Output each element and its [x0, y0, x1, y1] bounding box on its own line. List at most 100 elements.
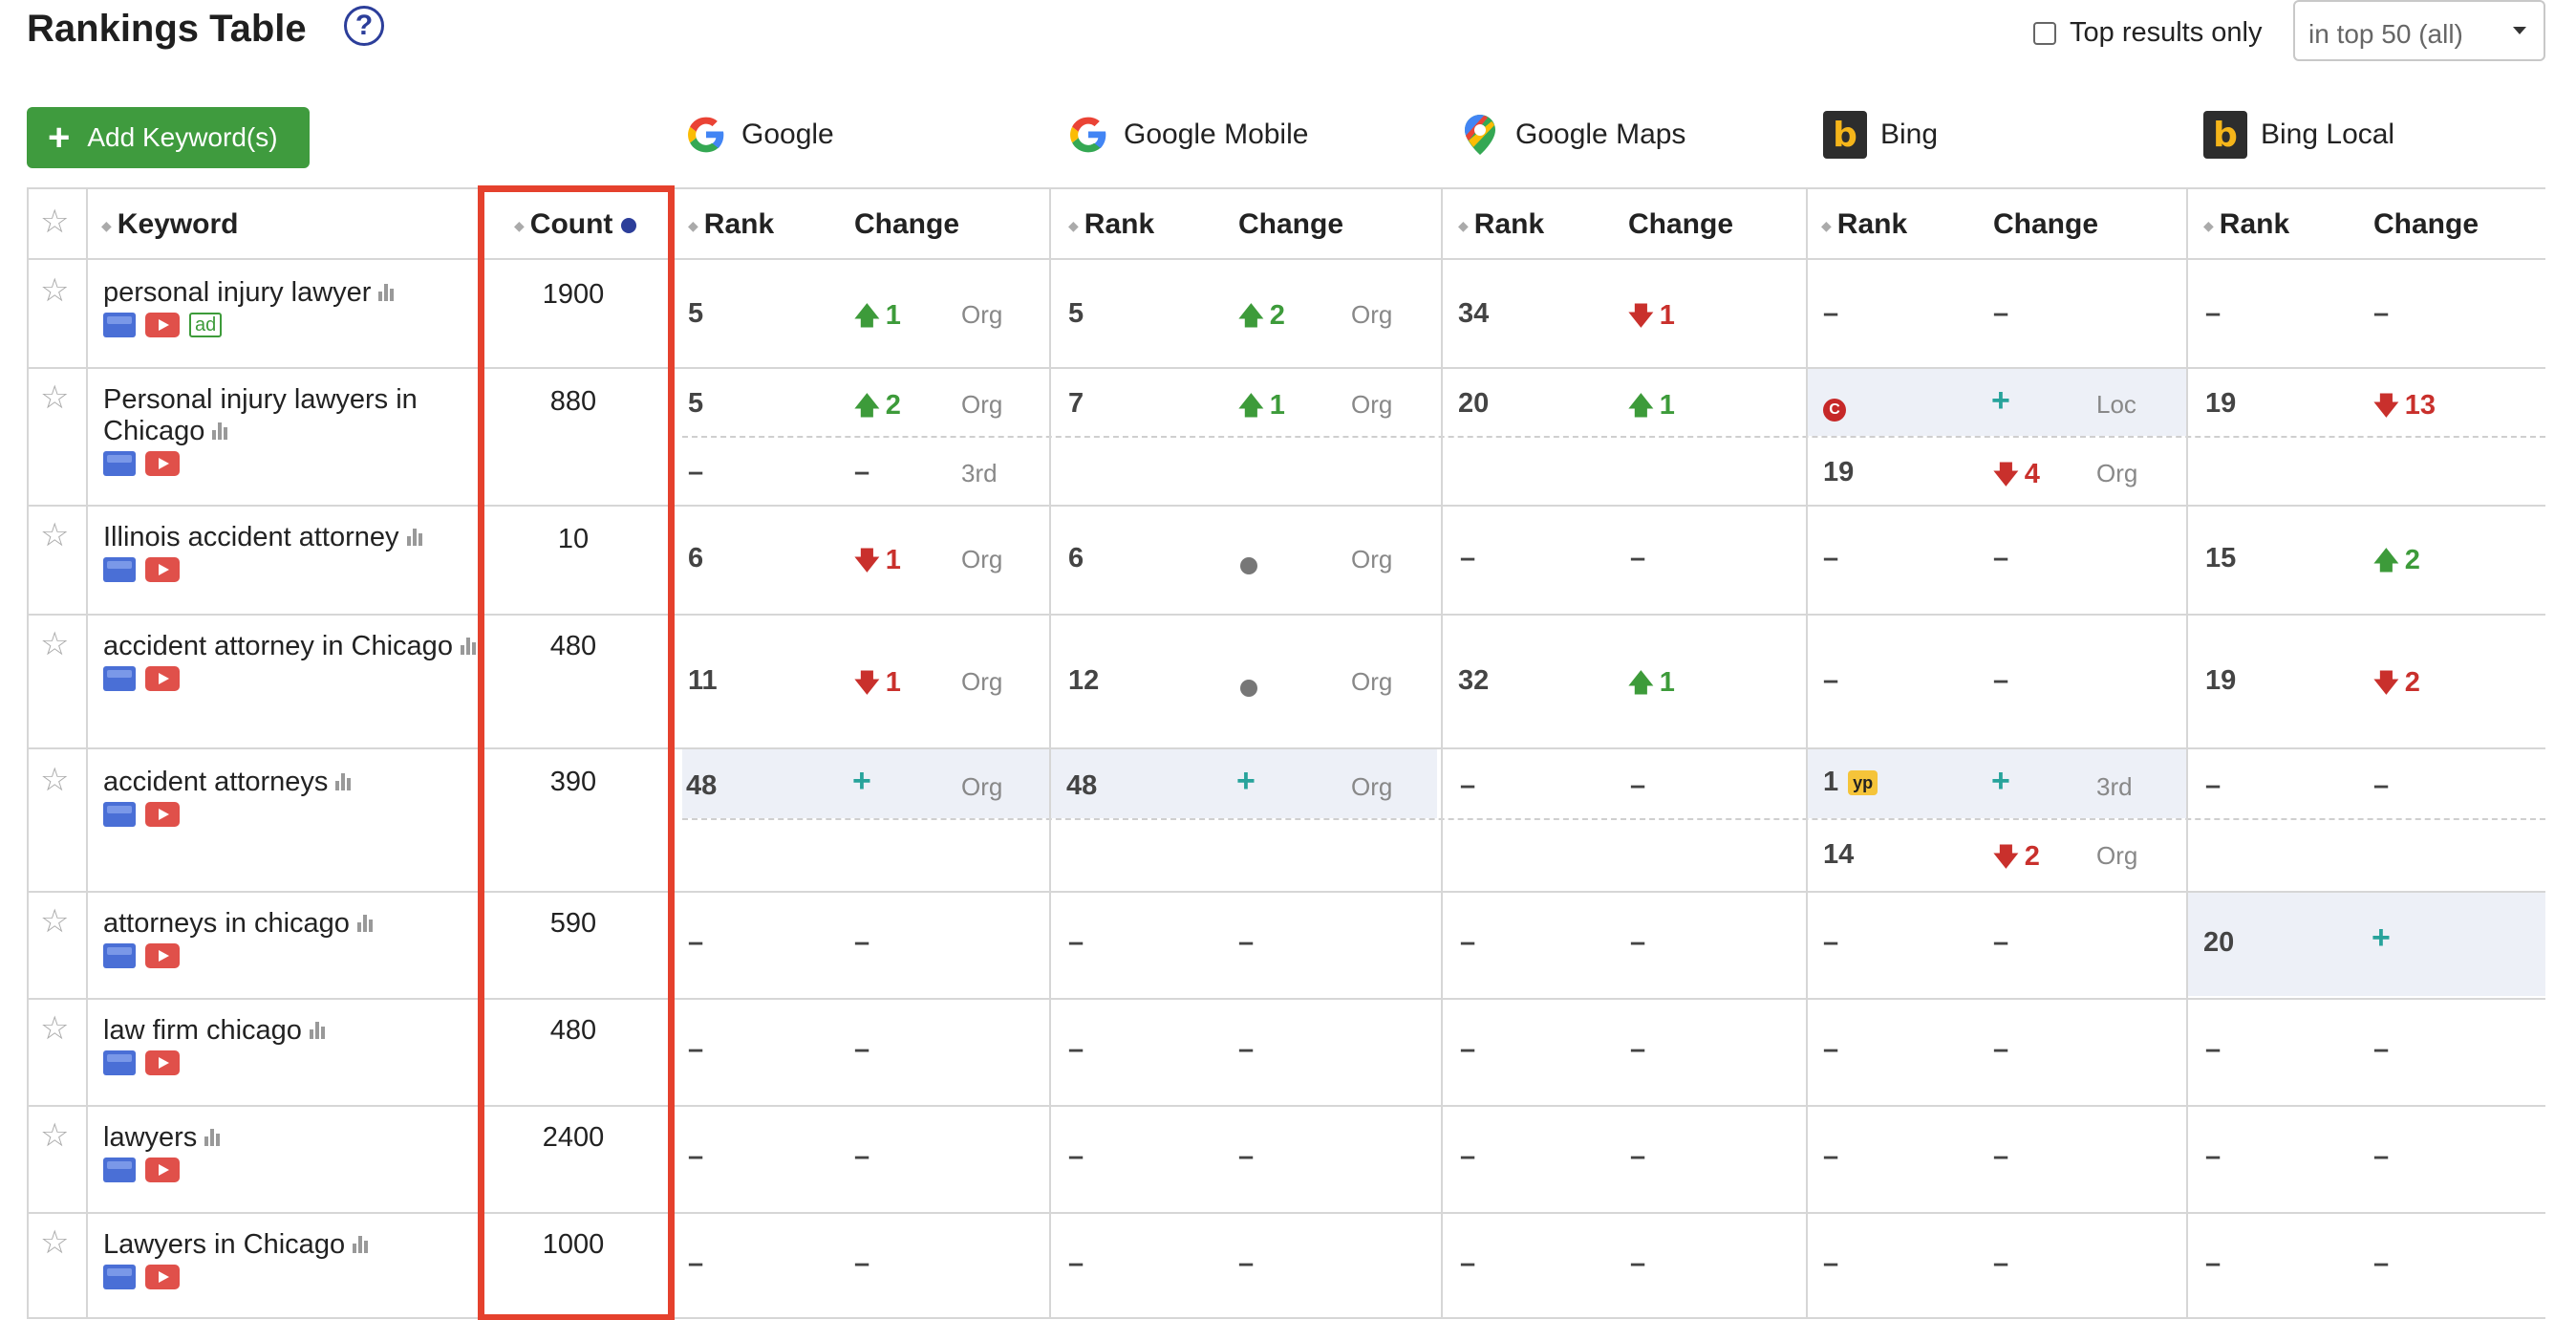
- google-maps-rank-header[interactable]: ◆ Rank: [1458, 208, 1544, 241]
- keyword-text[interactable]: accident attorneys: [103, 767, 328, 797]
- engine-label: Google: [741, 119, 834, 150]
- google-mobile-rank: –: [1068, 1034, 1084, 1065]
- ad-badge: ad: [189, 313, 223, 337]
- keyword-text[interactable]: Lawyers in Chicago: [103, 1229, 345, 1260]
- google-maps-change-header: Change: [1628, 208, 1734, 240]
- row-divider: [27, 1317, 2545, 1319]
- rank-label: Rank: [1473, 208, 1545, 240]
- rankings-table: ☆ ◆ Keyword ◆ Count ◆ Rank Change ◆ Rank Cha…: [27, 187, 2545, 1320]
- google-change: 🡅 2: [854, 388, 901, 430]
- google-maps-rank: –: [1460, 770, 1476, 801]
- keyword-text[interactable]: attorneys in chicago: [103, 908, 350, 939]
- col-divider: [2186, 187, 2188, 1319]
- google-mobile-rank-header[interactable]: ◆ Rank: [1068, 208, 1154, 241]
- row-divider: [27, 187, 2545, 189]
- bing-local-change: –: [2373, 298, 2390, 329]
- keyword-text[interactable]: personal injury lawyer: [103, 277, 371, 308]
- google-result-type-secondary: 3rd: [961, 459, 998, 487]
- row-divider: [27, 614, 2545, 616]
- favorite-star-icon[interactable]: ☆: [40, 1223, 69, 1262]
- volume-chart-icon[interactable]: [212, 416, 229, 447]
- google-mobile-change: –: [1238, 927, 1255, 958]
- keyword-text[interactable]: lawyers: [103, 1122, 197, 1153]
- keyword-text[interactable]: Personal injury lawyers in Chicago: [103, 384, 418, 446]
- bing-result-type: 3rd: [2096, 772, 2133, 801]
- google-change-secondary: –: [854, 457, 870, 487]
- google-mobile-rank: 48: [1066, 770, 1098, 801]
- favorite-star-icon[interactable]: ☆: [40, 902, 69, 941]
- rank-filter-select[interactable]: in top 50 (all): [2293, 0, 2545, 61]
- volume-chart-icon[interactable]: [460, 631, 478, 662]
- google-mobile-change: –: [1238, 1034, 1255, 1065]
- change-value: 1: [885, 300, 901, 331]
- top-results-label: Top results only: [2070, 17, 2263, 48]
- bing-change: –: [1993, 1141, 2009, 1172]
- change-value: 2: [1269, 300, 1285, 331]
- favorite-all-star-icon[interactable]: ☆: [40, 203, 69, 241]
- keyword-text[interactable]: law firm chicago: [103, 1015, 302, 1046]
- google-change: 🡅 1: [854, 298, 901, 340]
- subrow-divider: [682, 436, 2545, 438]
- change-value: 1: [1659, 667, 1675, 698]
- count-column-highlight: [478, 185, 675, 1320]
- cell-highlight: [682, 749, 1437, 818]
- bing-change: –: [1993, 543, 2009, 573]
- volume-chart-icon[interactable]: [356, 908, 375, 940]
- google-maps-change: –: [1630, 770, 1646, 801]
- google-maps-rank: 20: [1458, 388, 1490, 419]
- arrow-up-icon: 🡅: [1238, 301, 1264, 330]
- google-change: –: [854, 1141, 870, 1172]
- favorite-star-icon[interactable]: ☆: [40, 379, 69, 417]
- keyword-column-header[interactable]: ◆ Keyword: [101, 208, 238, 241]
- change-value: 13: [2404, 390, 2436, 421]
- volume-chart-icon[interactable]: [353, 1229, 370, 1261]
- google-result-type: Org: [961, 545, 1003, 573]
- cell-highlight: [2188, 893, 2545, 996]
- bing-rank-header[interactable]: ◆ Rank: [1821, 208, 1907, 241]
- google-maps-rank: –: [1460, 1141, 1476, 1172]
- volume-chart-icon[interactable]: [309, 1015, 327, 1047]
- favorite-star-icon[interactable]: ☆: [40, 625, 69, 663]
- help-icon[interactable]: ?: [344, 6, 384, 46]
- google-rank-header[interactable]: ◆ Rank: [688, 208, 774, 241]
- favorite-star-icon[interactable]: ☆: [40, 271, 69, 310]
- top-results-toggle[interactable]: Top results only: [2033, 17, 2263, 49]
- engine-bing-local: b Bing Local: [2203, 109, 2394, 161]
- bing-change: –: [1993, 1248, 2009, 1279]
- google-rank: 48: [686, 770, 718, 801]
- arrow-up-icon: 🡅: [1628, 391, 1654, 420]
- keyword-cell: law firm chicago: [103, 1015, 495, 1075]
- bing-local-change-header: Change: [2373, 208, 2479, 240]
- bing-change-new-icon: +: [1991, 763, 2010, 799]
- favorite-star-icon[interactable]: ☆: [40, 761, 69, 799]
- favorite-star-icon[interactable]: ☆: [40, 516, 69, 554]
- google-mobile-rank: 7: [1068, 388, 1084, 419]
- keyword-cell: Lawyers in Chicago: [103, 1229, 495, 1289]
- keyword-text[interactable]: accident attorney in Chicago: [103, 631, 453, 661]
- favorite-star-icon[interactable]: ☆: [40, 1116, 69, 1155]
- change-value: 2: [2404, 545, 2420, 575]
- bing-local-change: 🡇 2: [2373, 665, 2420, 707]
- top-results-checkbox[interactable]: [2033, 21, 2056, 45]
- bing-local-change: 🡅 2: [2373, 543, 2420, 585]
- google-result-type: Org: [961, 667, 1003, 696]
- keyword-cell: Illinois accident attorney: [103, 522, 495, 582]
- volume-chart-icon[interactable]: [378, 277, 396, 309]
- keyword-text[interactable]: Illinois accident attorney: [103, 522, 399, 552]
- favorite-star-icon[interactable]: ☆: [40, 1009, 69, 1048]
- row-divider: [27, 998, 2545, 1000]
- google-mobile-change-new-icon: +: [1236, 763, 1256, 799]
- add-keyword-button[interactable]: + Add Keyword(s): [27, 107, 310, 168]
- volume-chart-icon[interactable]: [335, 767, 353, 798]
- plus-icon: +: [48, 117, 71, 159]
- volume-chart-icon[interactable]: [406, 522, 424, 553]
- business-listing-icon: [103, 313, 136, 337]
- google-mobile-rank: –: [1068, 927, 1084, 958]
- business-listing-icon: [103, 1158, 136, 1182]
- volume-chart-icon[interactable]: [204, 1122, 222, 1154]
- youtube-icon: [145, 313, 180, 337]
- google-mobile-result-type: Org: [1351, 772, 1393, 801]
- bing-local-rank-header[interactable]: ◆ Rank: [2203, 208, 2289, 241]
- rank-label: Rank: [1836, 208, 1908, 240]
- google-change: 🡇 1: [854, 543, 901, 585]
